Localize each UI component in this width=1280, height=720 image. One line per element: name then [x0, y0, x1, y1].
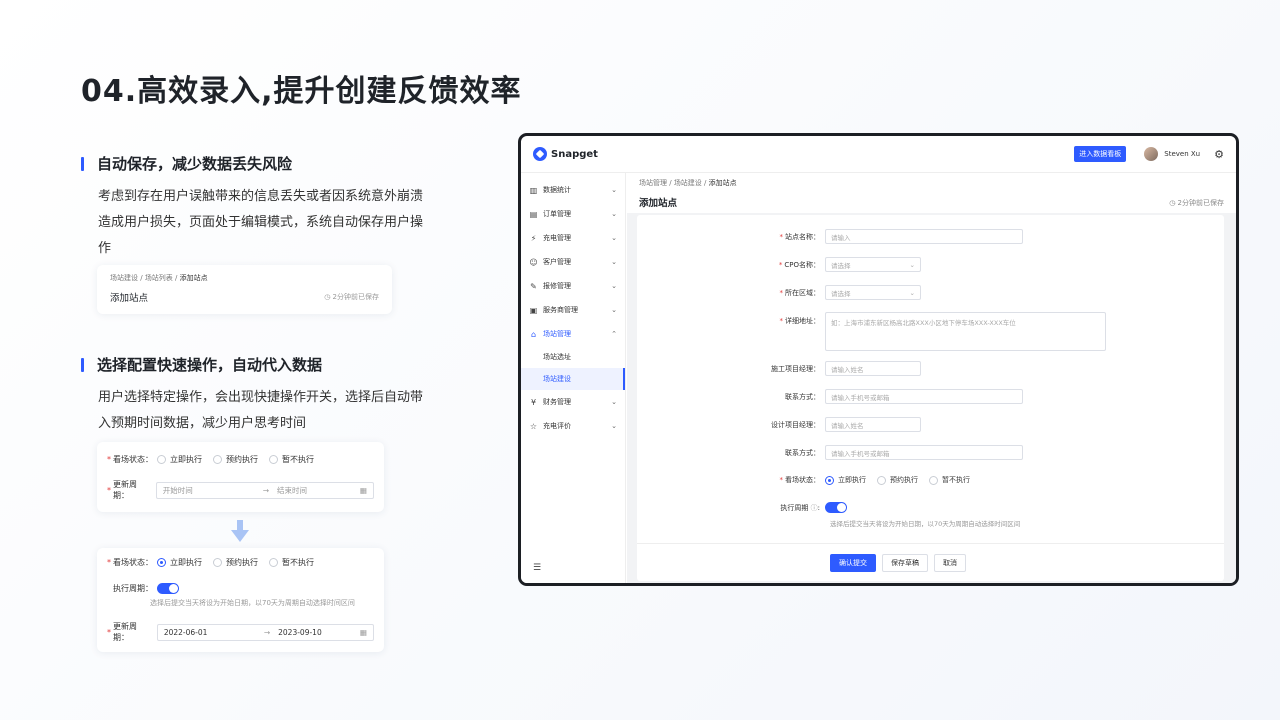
- avatar[interactable]: [1144, 147, 1159, 161]
- feature-quick-config: 选择配置快速操作，自动代入数据 用户选择特定操作，会出现快捷操作开关，选择后自动…: [81, 354, 428, 437]
- info-icon: ⓘ: [808, 503, 818, 512]
- card-title: 添加站点: [110, 293, 149, 304]
- content-header: 场站管理 / 场站建设 / 添加站点 添加站点: [627, 173, 1236, 213]
- feature-autosave: 自动保存，减少数据丢失风险 考虑到存在用户误触带来的信息丢失或者因系统意外崩溃造…: [81, 153, 428, 262]
- clock-icon: ◷: [324, 293, 333, 301]
- chevron-down-icon: ⌄: [611, 422, 617, 430]
- sidebar-item-repair[interactable]: ✎ 报修管理 ⌄: [521, 274, 625, 298]
- feature-desc: 考虑到存在用户误触带来的信息丢失或者因系统意外崩溃造成用户损失，页面处于编辑模式…: [98, 189, 424, 256]
- content-title: 添加站点: [639, 198, 678, 209]
- sidebar-item-stats[interactable]: ▥ 数据统计 ⌄: [521, 178, 625, 202]
- chevron-up-icon: ⌃: [611, 330, 617, 338]
- charge-icon: ⚡: [530, 233, 537, 243]
- sidebar-item-charging[interactable]: ⚡ 充电管理 ⌄: [521, 226, 625, 250]
- address-textarea[interactable]: 如：上海市浦东新区杨高北路XXX小区地下停车场XXX-XXX车位: [825, 312, 1106, 351]
- saved-status: ◷ 2分钟前已保存: [324, 293, 379, 301]
- design-pm-input[interactable]: 请输入姓名: [825, 417, 921, 432]
- chevron-down-icon: ⌄: [611, 282, 617, 290]
- dashboard-button[interactable]: 进入数据看板: [1074, 146, 1127, 162]
- sidebar-item-stations[interactable]: ⌂ 场站管理 ⌃: [521, 322, 625, 346]
- sidebar-item-reviews[interactable]: ☆ 充电评价 ⌄: [521, 414, 625, 438]
- feature-desc: 用户选择特定操作，会出现快捷操作开关，选择后自动带入预期时间数据，减少用户思考时…: [98, 390, 424, 431]
- radio-immediate[interactable]: 立即执行: [825, 475, 866, 485]
- feature-title: 自动保存，减少数据丢失风险: [97, 155, 293, 173]
- collapse-menu-icon[interactable]: ☰: [533, 563, 541, 573]
- sidebar-item-customers[interactable]: ☺ 客户管理 ⌄: [521, 250, 625, 274]
- repair-icon: ✎: [530, 281, 537, 291]
- cancel-button[interactable]: 取消: [934, 553, 966, 572]
- customer-icon: ☺: [529, 257, 538, 267]
- hint-text: 选择后提交当天将设为开始日期，以70天为周期自动选择时间区间: [830, 520, 1021, 528]
- station-icon: ⌂: [530, 329, 537, 339]
- chevron-down-icon: ⌄: [909, 260, 915, 269]
- arrow-right-icon: →: [263, 627, 271, 637]
- hint-text: 选择后提交当天将设为开始日期，以70天为周期自动选择时间区间: [150, 599, 355, 607]
- order-icon: ▤: [529, 209, 538, 219]
- chevron-down-icon: ⌄: [611, 234, 617, 242]
- construction-pm-input[interactable]: 请输入姓名: [825, 361, 921, 376]
- breadcrumb: 场站管理 / 场站建设 / 添加站点: [639, 179, 737, 187]
- calendar-icon: ▦: [359, 485, 367, 495]
- station-form: * 站点名称： 请输入 * CPO名称： 请选择 ⌄ * 所在区域： 请选择 ⌄ * 详细地…: [637, 215, 1224, 581]
- radio-paused[interactable]: 暂不执行: [269, 454, 314, 465]
- accent-bar: [81, 357, 84, 372]
- station-name-input[interactable]: 请输入: [825, 229, 1023, 244]
- contact2-input[interactable]: 请输入手机号或邮箱: [825, 445, 1023, 460]
- radio-immediate[interactable]: 立即执行: [157, 557, 202, 568]
- username[interactable]: Steven Xu: [1164, 150, 1200, 158]
- date-range-input[interactable]: 开始时间 → 结束时间 ▦: [155, 481, 374, 499]
- chevron-down-icon: ⌄: [611, 186, 617, 194]
- provider-icon: ▣: [529, 305, 538, 315]
- form-footer: 确认提交 保存草稿 取消: [637, 543, 1224, 581]
- radio-paused[interactable]: 暂不执行: [269, 557, 314, 568]
- date-range-input[interactable]: 2022-06-01 → 2023-09-10 ▦: [156, 623, 374, 641]
- save-draft-button[interactable]: 保存草稿: [882, 553, 928, 572]
- area-select[interactable]: 请选择 ⌄: [825, 285, 921, 300]
- app-header: Snapget 进入数据看板 Steven Xu ⚙: [521, 136, 1236, 173]
- contact-input[interactable]: 请输入手机号或邮箱: [825, 389, 1023, 404]
- exec-period-toggle[interactable]: [825, 502, 847, 513]
- radio-paused[interactable]: 暂不执行: [929, 475, 970, 485]
- feature-title: 选择配置快速操作，自动代入数据: [97, 356, 323, 374]
- sidebar-item-finance[interactable]: ¥ 财务管理 ⌄: [521, 390, 625, 414]
- status-form-before: * 看场状态： 立即执行 预约执行 暂不执行 * 更新周期： 开始时间 → 结束时间…: [97, 442, 384, 512]
- status-form-after: * 看场状态： 立即执行 预约执行 暂不执行 执行周期： 选择后提交当天将设为开始…: [97, 548, 384, 652]
- finance-icon: ¥: [530, 397, 537, 407]
- snapget-logo-icon: [533, 147, 547, 161]
- chevron-down-icon: ⌄: [611, 210, 617, 218]
- autosave-preview-card: 场站建设 / 场站列表 / 添加站点 添加站点 ◷ 2分钟前已保存: [97, 265, 392, 314]
- brand-logo[interactable]: Snapget: [533, 147, 598, 161]
- sidebar-item-providers[interactable]: ▣ 服务商管理 ⌄: [521, 298, 625, 322]
- radio-immediate[interactable]: 立即执行: [157, 454, 202, 465]
- clock-icon: ◷: [1169, 199, 1178, 207]
- sidebar-sub-station-build[interactable]: 场站建设: [521, 368, 625, 390]
- chart-icon: ▥: [529, 185, 538, 195]
- app-window: Snapget 进入数据看板 Steven Xu ⚙ ▥ 数据统计 ⌄ ▤ 订单管理 ⌄…: [518, 133, 1239, 586]
- saved-status: ◷ 2分钟前已保存: [1169, 199, 1224, 207]
- review-icon: ☆: [529, 421, 538, 431]
- radio-scheduled[interactable]: 预约执行: [877, 475, 918, 485]
- chevron-down-icon: ⌄: [611, 258, 617, 266]
- page-title: 04.高效录入,提升创建反馈效率: [81, 74, 522, 109]
- sidebar-item-orders[interactable]: ▤ 订单管理 ⌄: [521, 202, 625, 226]
- exec-period-toggle[interactable]: [157, 583, 179, 594]
- main-content: 场站管理 / 场站建设 / 添加站点 添加站点 ◷ 2分钟前已保存 * 站点名称：…: [627, 173, 1236, 583]
- breadcrumb: 场站建设 / 场站列表 / 添加站点: [110, 274, 208, 282]
- sidebar-sub-site-selection[interactable]: 场站选址: [521, 346, 625, 368]
- chevron-down-icon: ⌄: [611, 398, 617, 406]
- arrow-right-icon: →: [262, 485, 270, 495]
- radio-scheduled[interactable]: 预约执行: [213, 454, 258, 465]
- arrow-down-icon: [231, 520, 249, 542]
- submit-button[interactable]: 确认提交: [830, 553, 876, 572]
- cpo-select[interactable]: 请选择 ⌄: [825, 257, 921, 272]
- chevron-down-icon: ⌄: [909, 288, 915, 297]
- radio-scheduled[interactable]: 预约执行: [213, 557, 258, 568]
- calendar-icon: ▦: [359, 627, 367, 637]
- chevron-down-icon: ⌄: [611, 306, 617, 314]
- accent-bar: [81, 156, 84, 171]
- sidebar: ▥ 数据统计 ⌄ ▤ 订单管理 ⌄ ⚡ 充电管理 ⌄ ☺ 客户管理 ⌄ ✎ 报修管理 ⌄ ▣ 服务商管…: [521, 173, 626, 583]
- gear-icon[interactable]: ⚙: [1214, 148, 1224, 161]
